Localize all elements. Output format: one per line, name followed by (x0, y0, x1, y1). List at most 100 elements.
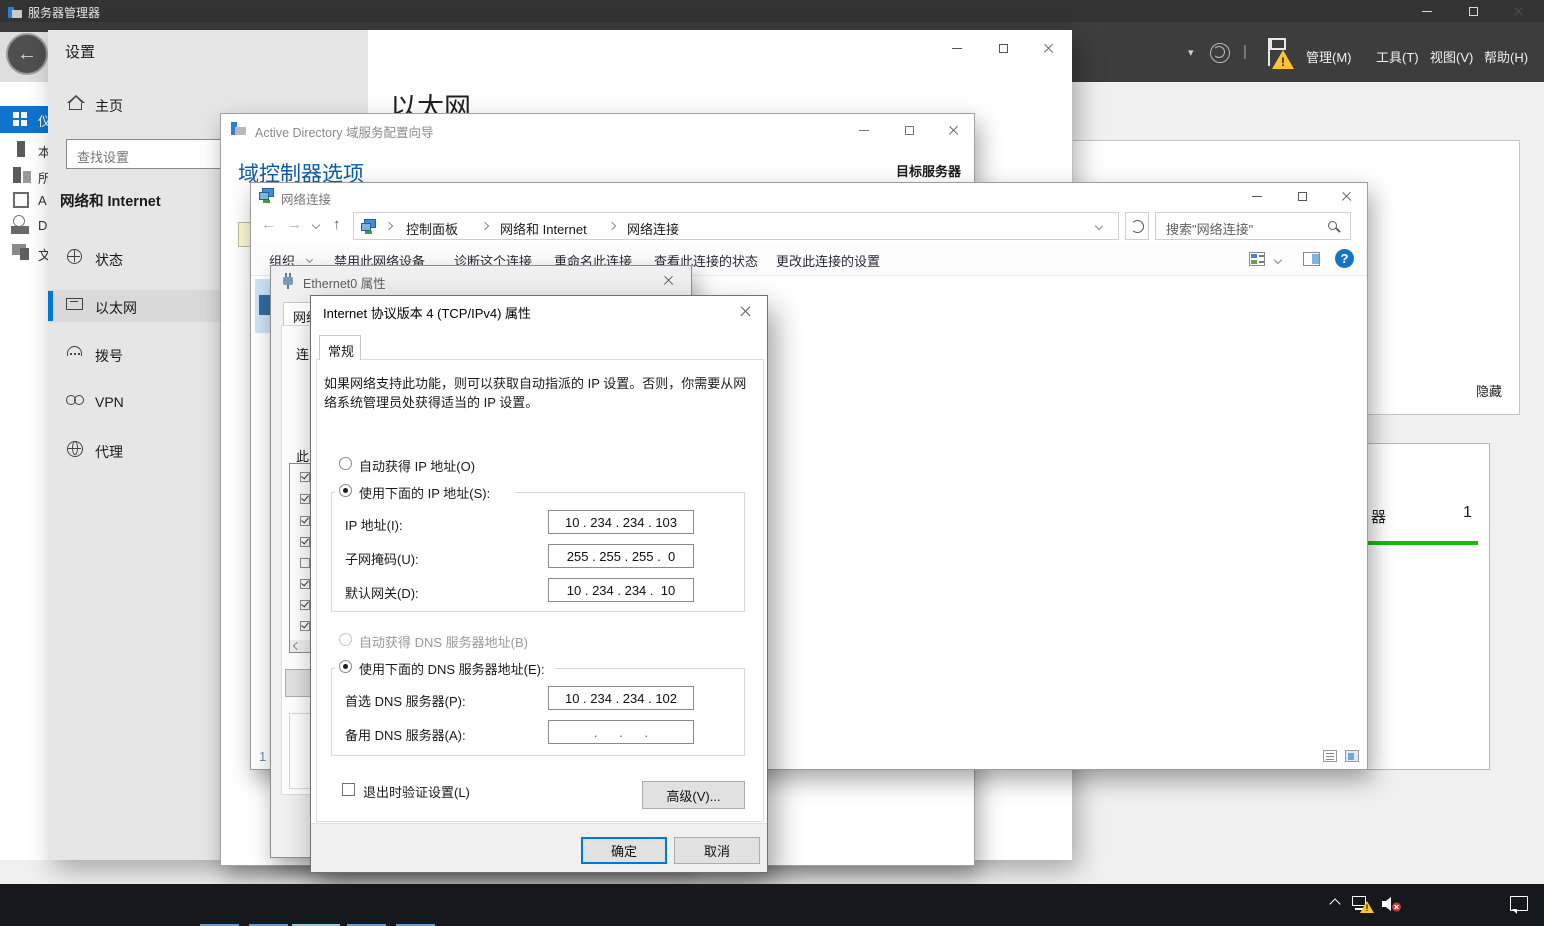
nc-up-icon[interactable]: ↑ (333, 216, 341, 233)
sm-menu-tools[interactable]: 工具(T) (1376, 47, 1419, 66)
help-icon[interactable]: ? (1335, 249, 1354, 268)
back-arrow-icon: ← (17, 43, 37, 66)
auto-ip-radio[interactable] (339, 457, 352, 470)
tray-chevron-up-icon[interactable] (1331, 900, 1341, 910)
sm-sidebar-item-ad-ds[interactable]: A (0, 189, 48, 213)
settings-close-button[interactable] (1036, 38, 1062, 58)
manual-dns-label[interactable]: 使用下面的 DNS 服务器地址(E): (359, 659, 545, 678)
eth-item-checkbox[interactable] (300, 537, 310, 547)
auto-ip-label[interactable]: 自动获得 IP 地址(O) (359, 456, 475, 475)
ad-wizard-minimize-button[interactable] (851, 120, 877, 140)
server-manager-titlebar[interactable] (0, 0, 1544, 22)
sm-hide-link[interactable]: 隐藏 (1476, 381, 1502, 400)
sm-menu-manage[interactable]: 管理(M) (1306, 47, 1352, 66)
settings-minimize-button[interactable] (944, 38, 970, 58)
nc-forward-icon[interactable]: → (287, 216, 302, 233)
eth-item-checkbox[interactable] (300, 579, 310, 589)
eth-item-checkbox[interactable] (300, 558, 310, 568)
ad-ds-icon (13, 192, 29, 208)
sm-minimize-button[interactable] (1414, 1, 1440, 21)
default-gateway-field[interactable]: 10 . 234 . 234 . 10 (548, 578, 694, 602)
tcp-tab-general[interactable]: 常规 (319, 335, 361, 360)
tcp-close-button[interactable] (733, 301, 759, 321)
eth-item-checkbox[interactable] (300, 472, 310, 482)
dashboard-grid-icon (13, 112, 28, 127)
proxy-globe-icon (67, 441, 83, 457)
view-dropdown-icon[interactable] (1274, 256, 1282, 264)
tcp-titlebar[interactable]: Internet 协议版本 4 (TCP/IPv4) 属性 (311, 296, 767, 326)
nc-preview-pane-icon[interactable] (1303, 252, 1320, 266)
nc-back-icon[interactable]: ← (261, 216, 276, 233)
validate-on-exit-label[interactable]: 退出时验证设置(L) (363, 782, 470, 801)
nc-view-options-icon[interactable] (1249, 252, 1265, 266)
sm-maximize-button[interactable] (1460, 1, 1486, 21)
nc-breadcrumb[interactable]: 控制面板 网络和 Internet 网络连接 (353, 212, 1119, 240)
ad-wizard-icon (231, 122, 246, 136)
eth-close-button[interactable] (656, 270, 682, 290)
sm-roles-tile[interactable]: 器 1 (1368, 443, 1490, 770)
alternate-dns-field[interactable]: . . . (548, 720, 694, 744)
sm-back-button[interactable]: ← (6, 33, 48, 75)
ad-wizard-maximize-button[interactable] (896, 120, 922, 140)
validate-on-exit-checkbox[interactable] (342, 783, 355, 796)
servers-icon2 (23, 171, 31, 183)
preferred-dns-label: 首选 DNS 服务器(P): (345, 691, 466, 710)
crumb-control-panel[interactable]: 控制面板 (406, 219, 458, 238)
eth-item-checkbox[interactable] (300, 621, 310, 631)
nc-titlebar[interactable]: 网络连接 (251, 183, 1367, 209)
eth-item-checkbox[interactable] (300, 516, 310, 526)
advanced-button[interactable]: 高级(V)... (642, 781, 745, 809)
sm-band-dropdown-icon[interactable]: ▾ (1188, 46, 1194, 59)
ok-button[interactable]: 确定 (581, 837, 667, 864)
action-center-icon[interactable] (1510, 896, 1528, 911)
status-thumbnail-view-icon[interactable] (1345, 750, 1359, 762)
sm-sidebar-item-local-server[interactable]: 本 (0, 138, 48, 162)
manual-ip-label[interactable]: 使用下面的 IP 地址(S): (359, 483, 490, 502)
nc-refresh-button[interactable] (1125, 212, 1149, 240)
settings-window-title[interactable]: 设置 (65, 41, 95, 62)
subnet-mask-field[interactable]: 255 . 255 . 255 . 0 (548, 544, 694, 568)
nc-search-input[interactable]: 搜索"网络连接" (1155, 212, 1351, 240)
crumb-network-connections[interactable]: 网络连接 (627, 219, 679, 238)
sm-close-button[interactable] (1506, 1, 1532, 21)
nc-maximize-button[interactable] (1289, 186, 1315, 206)
sm-refresh-icon[interactable] (1210, 43, 1230, 63)
nc-minimize-button[interactable] (1244, 186, 1270, 206)
tray-network-icon[interactable]: ! (1352, 894, 1374, 914)
sm-sidebar-item-file-storage[interactable]: 文 (0, 240, 48, 266)
default-gateway-label: 默认网关(D): (345, 583, 419, 602)
nc-close-button[interactable] (1334, 186, 1360, 206)
nc-address-dropdown-icon[interactable] (1095, 222, 1103, 230)
sm-sidebar-item-dashboard[interactable]: 仪 (0, 106, 48, 133)
sm-sidebar-item-dns[interactable]: D (0, 214, 48, 238)
ip-address-label: IP 地址(I): (345, 515, 403, 534)
preferred-dns-field[interactable]: 10 . 234 . 234 . 102 (548, 686, 694, 710)
manual-ip-radio[interactable] (339, 484, 352, 497)
auto-dns-radio[interactable] (339, 633, 352, 646)
nc-search-placeholder: 搜索"网络连接" (1166, 219, 1253, 238)
ethernet-monitor-icon (66, 298, 83, 310)
sm-menu-help[interactable]: 帮助(H) (1484, 47, 1528, 66)
manual-dns-radio[interactable] (339, 660, 352, 673)
settings-maximize-button[interactable] (990, 38, 1016, 58)
status-list-view-icon[interactable] (1323, 750, 1337, 762)
sm-band-separator: | (1243, 43, 1247, 60)
nc-status-count: 1 (259, 749, 266, 764)
sm-menu-view[interactable]: 视图(V) (1430, 47, 1473, 66)
sm-sidebar-item-all-servers[interactable]: 所 (0, 164, 48, 188)
ip-address-field[interactable]: 10 . 234 . 234 . 103 (548, 510, 694, 534)
tray-volume-muted-icon[interactable] (1381, 895, 1403, 913)
ad-wizard-close-button[interactable] (941, 120, 967, 140)
eth-item-checkbox[interactable] (300, 600, 310, 610)
nc-history-chevron-icon[interactable] (312, 221, 320, 229)
notifications-flag-icon[interactable]: ! (1266, 38, 1296, 70)
nc-toolbar-change-settings[interactable]: 更改此连接的设置 (776, 251, 880, 270)
cancel-button[interactable]: 取消 (674, 837, 760, 864)
search-icon[interactable] (1328, 221, 1337, 230)
ad-wizard-titlebar[interactable]: Active Directory 域服务配置向导 (221, 114, 974, 145)
eth-connect-label-fragment: 连 (296, 344, 309, 363)
eth-item-checkbox[interactable] (300, 494, 310, 504)
eth-titlebar[interactable]: Ethernet0 属性 (271, 266, 691, 296)
crumb-network-internet[interactable]: 网络和 Internet (500, 219, 587, 238)
organize-dropdown-icon[interactable] (306, 256, 313, 263)
